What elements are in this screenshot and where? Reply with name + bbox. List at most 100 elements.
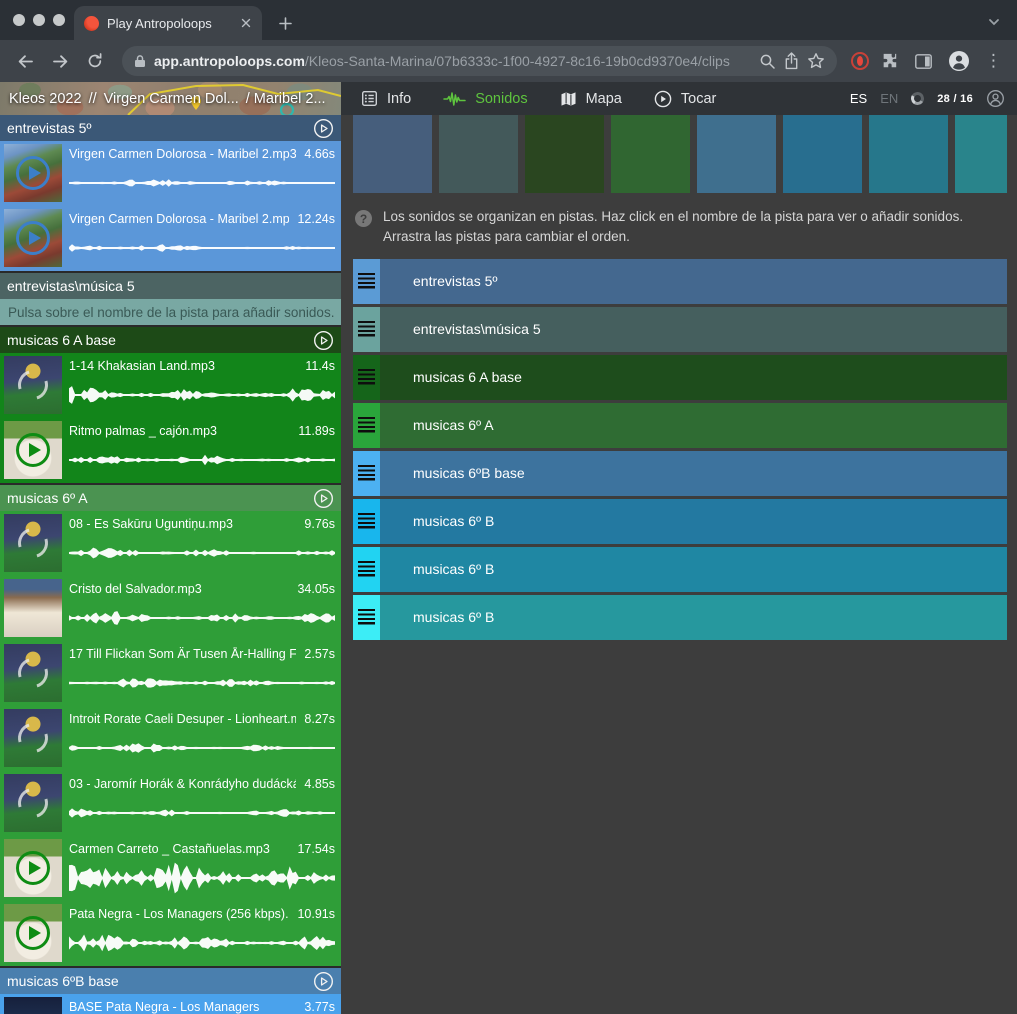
extensions-puzzle-icon[interactable] — [877, 50, 903, 72]
track-header[interactable]: entrevistas\música 5 — [0, 273, 341, 299]
clip-thumbnail[interactable] — [4, 839, 62, 897]
clip-name[interactable]: Cristo del Salvador.mp3 — [69, 582, 202, 596]
clip-row[interactable]: Introit Rorate Caeli Desuper - Lionheart… — [0, 706, 341, 771]
clip-name[interactable]: 17 Till Flickan Som Är Tusen År-Halling … — [69, 647, 296, 661]
clip-name[interactable]: Carmen Carreto _ Castañuelas.mp3 — [69, 842, 270, 856]
track-drag-handle[interactable] — [353, 259, 380, 304]
track-row[interactable]: musicas 6º A — [353, 403, 1007, 448]
map-photo-banner[interactable]: Kleos 2022 // Virgen Carmen Dol... / Mar… — [0, 82, 341, 115]
clip-row[interactable]: Cristo del Salvador.mp3 34.05s — [0, 576, 341, 641]
play-track-button[interactable] — [313, 330, 334, 351]
clip-row[interactable]: Pata Negra - Los Managers (256 kbps).mp3… — [0, 901, 341, 966]
play-track-button[interactable] — [313, 488, 334, 509]
track-row[interactable]: musicas 6ºB base — [353, 451, 1007, 496]
bookmark-star-icon[interactable] — [807, 52, 825, 70]
clip-row[interactable]: 03 - Jaromír Horák & Konrádyho dudácká .… — [0, 771, 341, 836]
side-panel-icon[interactable] — [911, 52, 936, 71]
track-drag-handle[interactable] — [353, 499, 380, 544]
clip-thumbnail[interactable] — [4, 997, 62, 1014]
window-zoom-button[interactable] — [53, 14, 65, 26]
browser-menu-icon[interactable]: ⋮ — [982, 51, 1005, 71]
track-row[interactable]: entrevistas\música 5 — [353, 307, 1007, 352]
clip-name[interactable]: 1-14 Khakasian Land.mp3 — [69, 359, 215, 373]
clip-row[interactable]: 1-14 Khakasian Land.mp3 11.4s — [0, 353, 341, 418]
nav-tab-mapa[interactable]: Mapa — [560, 91, 622, 107]
clip-row[interactable]: Ritmo palmas _ cajón.mp3 11.89s — [0, 418, 341, 483]
empty-track-hint[interactable]: Pulsa sobre el nombre de la pista para a… — [0, 299, 341, 325]
track-row[interactable]: musicas 6º B — [353, 547, 1007, 592]
clip-name[interactable]: Pata Negra - Los Managers (256 kbps).mp3 — [69, 907, 289, 921]
clip-row[interactable]: Virgen Carmen Dolorosa - Maribel 2.mp3 4… — [0, 141, 341, 206]
breadcrumb-parent[interactable]: Virgen Carmen Dol... — [104, 91, 239, 107]
breadcrumb[interactable]: Kleos 2022 // Virgen Carmen Dol... / Mar… — [0, 82, 341, 115]
browser-tab[interactable]: Play Antropoloops — [74, 6, 262, 40]
play-track-button[interactable] — [313, 971, 334, 992]
track-drag-handle[interactable] — [353, 307, 380, 352]
clip-name[interactable]: BASE Pata Negra - Los Managers — [69, 1000, 259, 1014]
track-name-button[interactable]: musicas 6º A — [380, 403, 1007, 448]
window-close-button[interactable] — [13, 14, 25, 26]
nav-tab-tocar[interactable]: Tocar — [654, 90, 716, 108]
track-header[interactable]: musicas 6 A base — [0, 327, 341, 353]
clip-row[interactable]: 17 Till Flickan Som Är Tusen År-Halling … — [0, 641, 341, 706]
track-drag-handle[interactable] — [353, 595, 380, 640]
track-drag-handle[interactable] — [353, 403, 380, 448]
clip-row[interactable]: BASE Pata Negra - Los Managers 3.77s — [0, 994, 341, 1014]
lang-es-button[interactable]: ES — [850, 91, 867, 106]
record-extension-icon[interactable] — [851, 52, 869, 70]
profile-avatar[interactable] — [944, 48, 974, 74]
clip-play-icon[interactable] — [4, 209, 62, 267]
track-drag-handle[interactable] — [353, 451, 380, 496]
lock-icon[interactable] — [134, 54, 146, 68]
track-name-button[interactable]: musicas 6ºB base — [380, 451, 1007, 496]
clip-thumbnail[interactable] — [4, 904, 62, 962]
clip-name[interactable]: Virgen Carmen Dolorosa - Maribel 2.mp3 — [69, 147, 296, 161]
share-icon[interactable] — [784, 52, 799, 70]
track-row[interactable]: musicas 6 A base — [353, 355, 1007, 400]
window-controls[interactable] — [13, 14, 65, 26]
clip-thumbnail[interactable] — [4, 709, 62, 767]
track-row[interactable]: musicas 6º B — [353, 595, 1007, 640]
tab-search-chevron-icon[interactable] — [987, 15, 1001, 29]
clip-row[interactable]: 08 - Es Sakūru Uguntiņu.mp3 9.76s — [0, 511, 341, 576]
reload-button[interactable] — [82, 50, 108, 72]
clip-thumbnail[interactable] — [4, 144, 62, 202]
new-tab-button[interactable] — [278, 16, 293, 31]
url-bar[interactable]: app.antropoloops.com/Kleos-Santa-Marina/… — [122, 46, 837, 76]
nav-tab-info[interactable]: Info — [361, 90, 411, 107]
clip-play-icon[interactable] — [4, 421, 62, 479]
url-text[interactable]: app.antropoloops.com/Kleos-Santa-Marina/… — [154, 53, 751, 69]
track-drag-handle[interactable] — [353, 355, 380, 400]
track-drag-handle[interactable] — [353, 547, 380, 592]
clip-thumbnail[interactable] — [4, 644, 62, 702]
clip-row[interactable]: Virgen Carmen Dolorosa - Maribel 2.mp3 1… — [0, 206, 341, 271]
clip-thumbnail[interactable] — [4, 421, 62, 479]
forward-button[interactable] — [47, 50, 74, 73]
track-name-button[interactable]: entrevistas 5º — [380, 259, 1007, 304]
lang-en-button[interactable]: EN — [880, 91, 898, 106]
nav-tab-sonidos[interactable]: Sonidos — [443, 91, 527, 107]
play-track-button[interactable] — [313, 118, 334, 139]
clip-name[interactable]: Introit Rorate Caeli Desuper - Lionheart… — [69, 712, 296, 726]
clip-row[interactable]: Carmen Carreto _ Castañuelas.mp3 17.54s — [0, 836, 341, 901]
track-name-button[interactable]: entrevistas\música 5 — [380, 307, 1007, 352]
track-name-button[interactable]: musicas 6 A base — [380, 355, 1007, 400]
track-row[interactable]: musicas 6º B — [353, 499, 1007, 544]
clip-name[interactable]: Virgen Carmen Dolorosa - Maribel 2.mp3 — [69, 212, 289, 226]
clip-thumbnail[interactable] — [4, 356, 62, 414]
clip-play-icon[interactable] — [4, 904, 62, 962]
clip-play-icon[interactable] — [4, 144, 62, 202]
clip-name[interactable]: Ritmo palmas _ cajón.mp3 — [69, 424, 217, 438]
clip-name[interactable]: 08 - Es Sakūru Uguntiņu.mp3 — [69, 517, 233, 531]
account-icon[interactable] — [986, 89, 1005, 108]
clip-thumbnail[interactable] — [4, 579, 62, 637]
clip-play-icon[interactable] — [4, 839, 62, 897]
clip-thumbnail[interactable] — [4, 514, 62, 572]
track-name-button[interactable]: musicas 6º B — [380, 595, 1007, 640]
tab-close-icon[interactable] — [240, 17, 252, 29]
track-header[interactable]: musicas 6ºB base — [0, 968, 341, 994]
clip-thumbnail[interactable] — [4, 209, 62, 267]
window-minimize-button[interactable] — [33, 14, 45, 26]
track-header[interactable]: entrevistas 5º — [0, 115, 341, 141]
track-row[interactable]: entrevistas 5º — [353, 259, 1007, 304]
